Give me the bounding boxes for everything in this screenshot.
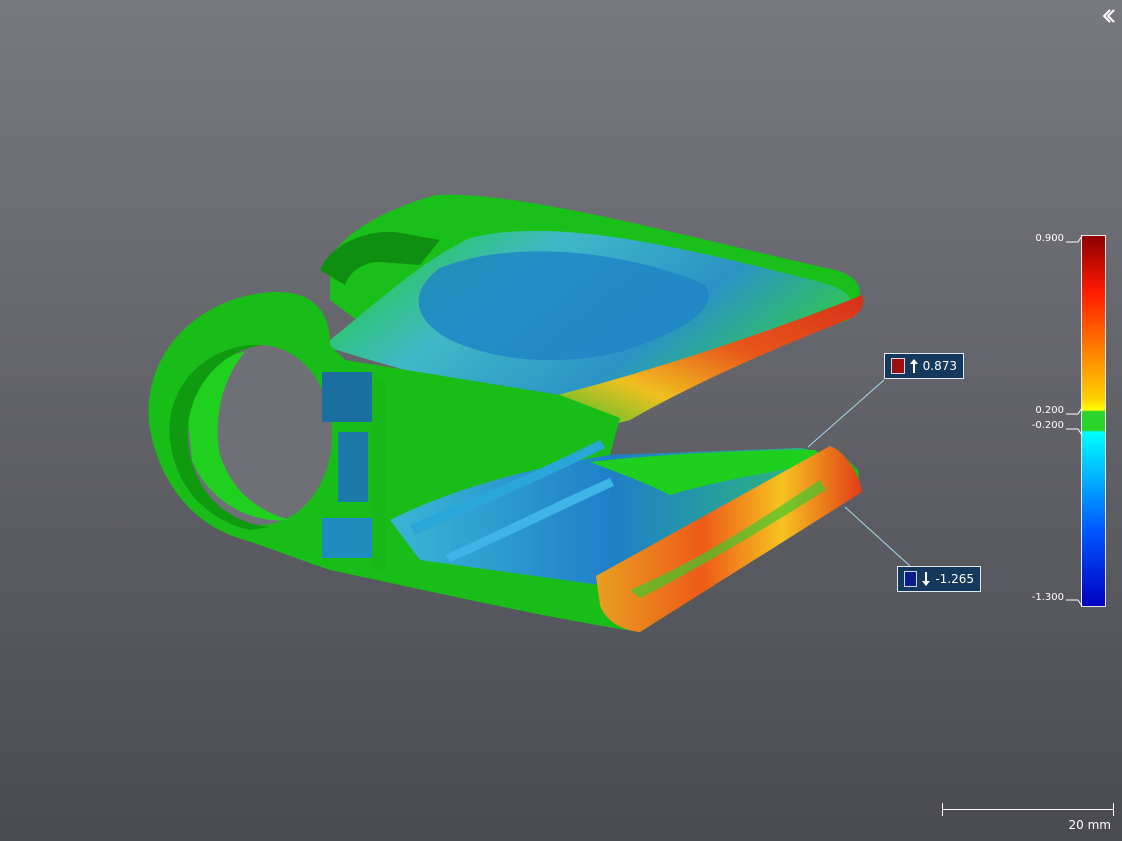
legend-label-lower-tolerance: -0.200 (1031, 420, 1064, 431)
model-window-2 (338, 432, 368, 502)
collapse-panel-button[interactable] (1098, 6, 1118, 26)
deviation-colormap-model[interactable] (0, 0, 1122, 841)
scale-bar-label: 20 mm (1068, 818, 1111, 832)
model-window-1 (322, 372, 372, 422)
legend-label-bottom: -1.300 (1031, 592, 1064, 603)
arrow-up-icon (909, 358, 919, 374)
legend-label-top: 0.900 (1035, 233, 1064, 244)
model-window-3 (322, 518, 372, 558)
3d-viewport[interactable]: 0.873 -1.265 0.900 0.200 -0.200 -1.300 2… (0, 0, 1122, 841)
model-rib (372, 380, 386, 570)
max-deviation-value: 0.873 (922, 359, 957, 373)
min-deviation-value: -1.265 (935, 572, 974, 586)
scale-bar: 20 mm (941, 800, 1115, 840)
scale-bar-line (942, 809, 1113, 810)
min-color-swatch (904, 571, 918, 587)
leader-line-min (844, 506, 911, 567)
legend-label-upper-tolerance: 0.200 (1035, 405, 1064, 416)
min-deviation-callout[interactable]: -1.265 (897, 566, 981, 592)
max-deviation-callout[interactable]: 0.873 (884, 353, 964, 379)
scale-bar-tick-left (942, 803, 943, 816)
max-color-swatch (891, 358, 905, 374)
arrow-down-icon (921, 571, 931, 587)
chevron-left-icon (1098, 6, 1118, 26)
scale-bar-tick-right (1113, 803, 1114, 816)
leader-line-max (807, 379, 885, 448)
